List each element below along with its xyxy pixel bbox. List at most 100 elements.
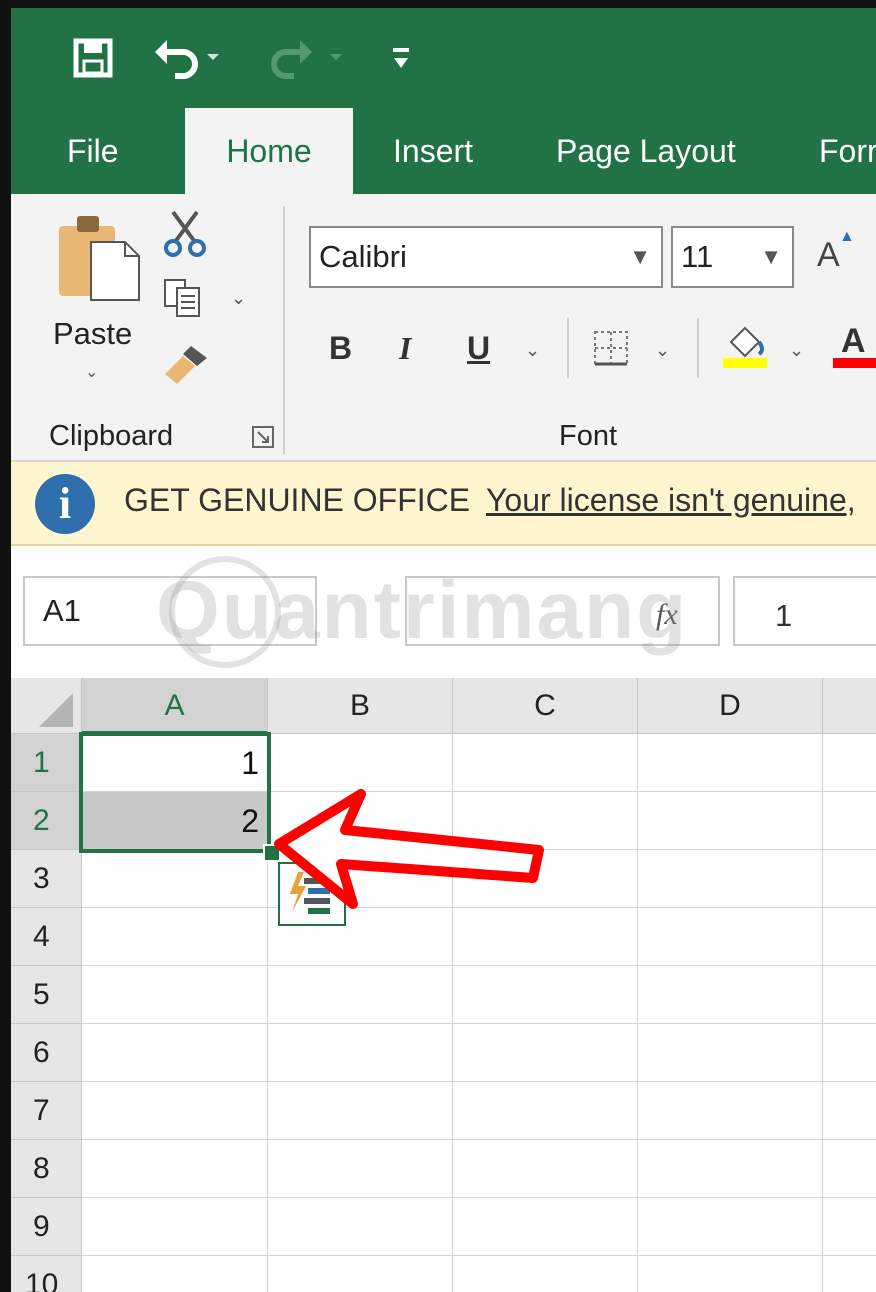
clipboard-group-label: Clipboard: [49, 420, 174, 452]
worksheet-grid: A B C D 1 2 3 4 5 6 7 8 9 10 12: [11, 678, 876, 1292]
column-header-b[interactable]: B: [268, 678, 453, 734]
paste-dropdown-icon[interactable]: ⌄: [85, 362, 98, 382]
cell-a3[interactable]: [82, 850, 268, 908]
customize-qat-icon[interactable]: [391, 46, 411, 77]
font-color-button[interactable]: A: [833, 322, 876, 368]
row-header-7[interactable]: 7: [11, 1082, 82, 1140]
cell-d4[interactable]: [638, 908, 823, 966]
column-header-d[interactable]: D: [638, 678, 823, 734]
cell-d6[interactable]: [638, 1024, 823, 1082]
cell-b6[interactable]: [268, 1024, 453, 1082]
cell-c9[interactable]: [453, 1198, 638, 1256]
cell-d10[interactable]: [638, 1256, 823, 1292]
cell-b10[interactable]: [268, 1256, 453, 1292]
cell-e7[interactable]: [823, 1082, 876, 1140]
excel-window: File Home Insert Page Layout Forr Paste …: [0, 0, 876, 1292]
annotation-arrow: [274, 789, 544, 909]
chevron-down-icon[interactable]: ▼: [629, 228, 651, 286]
paste-icon[interactable]: [55, 212, 145, 309]
cell-c10[interactable]: [453, 1256, 638, 1292]
underline-dropdown-icon[interactable]: ⌄: [525, 340, 540, 361]
font-name-combo[interactable]: Calibri ▼: [309, 226, 663, 288]
row-header-4[interactable]: 4: [11, 908, 82, 966]
copy-dropdown-icon[interactable]: ⌄: [231, 288, 246, 309]
cell-e9[interactable]: [823, 1198, 876, 1256]
cell-e8[interactable]: [823, 1140, 876, 1198]
cell-b5[interactable]: [268, 966, 453, 1024]
column-header-c[interactable]: C: [453, 678, 638, 734]
cell-a5[interactable]: [82, 966, 268, 1024]
cell-a10[interactable]: [82, 1256, 268, 1292]
tab-insert[interactable]: Insert: [393, 108, 473, 194]
font-size-combo[interactable]: 11 ▼: [671, 226, 794, 288]
cell-d9[interactable]: [638, 1198, 823, 1256]
underline-button[interactable]: U: [467, 330, 490, 367]
cell-c7[interactable]: [453, 1082, 638, 1140]
info-icon: i: [35, 474, 95, 534]
row-header-5[interactable]: 5: [11, 966, 82, 1024]
column-header-e[interactable]: [823, 678, 876, 734]
column-header-a[interactable]: A: [82, 678, 268, 734]
save-icon[interactable]: [73, 38, 113, 83]
format-painter-icon[interactable]: [161, 342, 211, 393]
formula-bar: A1 fx 1 Quantrimang: [11, 546, 876, 678]
tab-page-layout[interactable]: Page Layout: [556, 108, 736, 194]
cell-a4[interactable]: [82, 908, 268, 966]
cell-d3[interactable]: [638, 850, 823, 908]
italic-button[interactable]: I: [399, 330, 411, 367]
cell-e3[interactable]: [823, 850, 876, 908]
redo-icon[interactable]: [266, 36, 346, 85]
license-link[interactable]: Your license isn't genuine,: [486, 482, 856, 519]
cell-a7[interactable]: [82, 1082, 268, 1140]
cell-d1[interactable]: [638, 734, 823, 792]
cell-c5[interactable]: [453, 966, 638, 1024]
cell-e4[interactable]: [823, 908, 876, 966]
selection-border: [79, 732, 271, 853]
paste-button[interactable]: Paste: [53, 316, 132, 352]
row-header-9[interactable]: 9: [11, 1198, 82, 1256]
row-header-2[interactable]: 2: [11, 792, 82, 850]
borders-icon[interactable]: [593, 330, 629, 371]
row-header-10[interactable]: 10: [11, 1256, 82, 1292]
copy-icon[interactable]: [163, 278, 209, 323]
cell-e6[interactable]: [823, 1024, 876, 1082]
cell-a6[interactable]: [82, 1024, 268, 1082]
fill-color-icon[interactable]: [721, 324, 769, 375]
borders-dropdown-icon[interactable]: ⌄: [655, 340, 670, 361]
row-header-6[interactable]: 6: [11, 1024, 82, 1082]
cell-a8[interactable]: [82, 1140, 268, 1198]
cell-e1[interactable]: [823, 734, 876, 792]
cut-icon[interactable]: [163, 208, 207, 263]
cell-d8[interactable]: [638, 1140, 823, 1198]
formula-input[interactable]: [733, 576, 876, 646]
cell-c1[interactable]: [453, 734, 638, 792]
row-header-1[interactable]: 1: [11, 734, 82, 792]
tab-formulas[interactable]: Forr: [819, 108, 876, 194]
cell-b8[interactable]: [268, 1140, 453, 1198]
cell-e5[interactable]: [823, 966, 876, 1024]
cell-e2[interactable]: [823, 792, 876, 850]
ribbon: Paste ⌄ ⌄ Clipboard Calibri ▼ 11 ▼ A▲ B: [11, 194, 876, 462]
cell-b9[interactable]: [268, 1198, 453, 1256]
chevron-down-icon[interactable]: ▼: [760, 228, 782, 286]
fill-color-dropdown-icon[interactable]: ⌄: [789, 340, 804, 361]
cell-a9[interactable]: [82, 1198, 268, 1256]
grow-font-button[interactable]: A ▲: [817, 228, 855, 275]
tab-file[interactable]: File: [67, 108, 119, 194]
clipboard-dialog-launcher-icon[interactable]: [252, 426, 274, 453]
select-all-button[interactable]: [11, 678, 82, 734]
row-header-8[interactable]: 8: [11, 1140, 82, 1198]
cell-e10[interactable]: [823, 1256, 876, 1292]
cell-c8[interactable]: [453, 1140, 638, 1198]
cell-d2[interactable]: [638, 792, 823, 850]
tab-home[interactable]: Home: [185, 108, 353, 194]
undo-icon[interactable]: [153, 36, 223, 85]
cell-c6[interactable]: [453, 1024, 638, 1082]
caret-up-icon: ▲: [839, 228, 855, 245]
cell-d5[interactable]: [638, 966, 823, 1024]
cell-d7[interactable]: [638, 1082, 823, 1140]
cell-b7[interactable]: [268, 1082, 453, 1140]
cell-b1[interactable]: [268, 734, 453, 792]
bold-button[interactable]: B: [329, 330, 352, 367]
row-header-3[interactable]: 3: [11, 850, 82, 908]
